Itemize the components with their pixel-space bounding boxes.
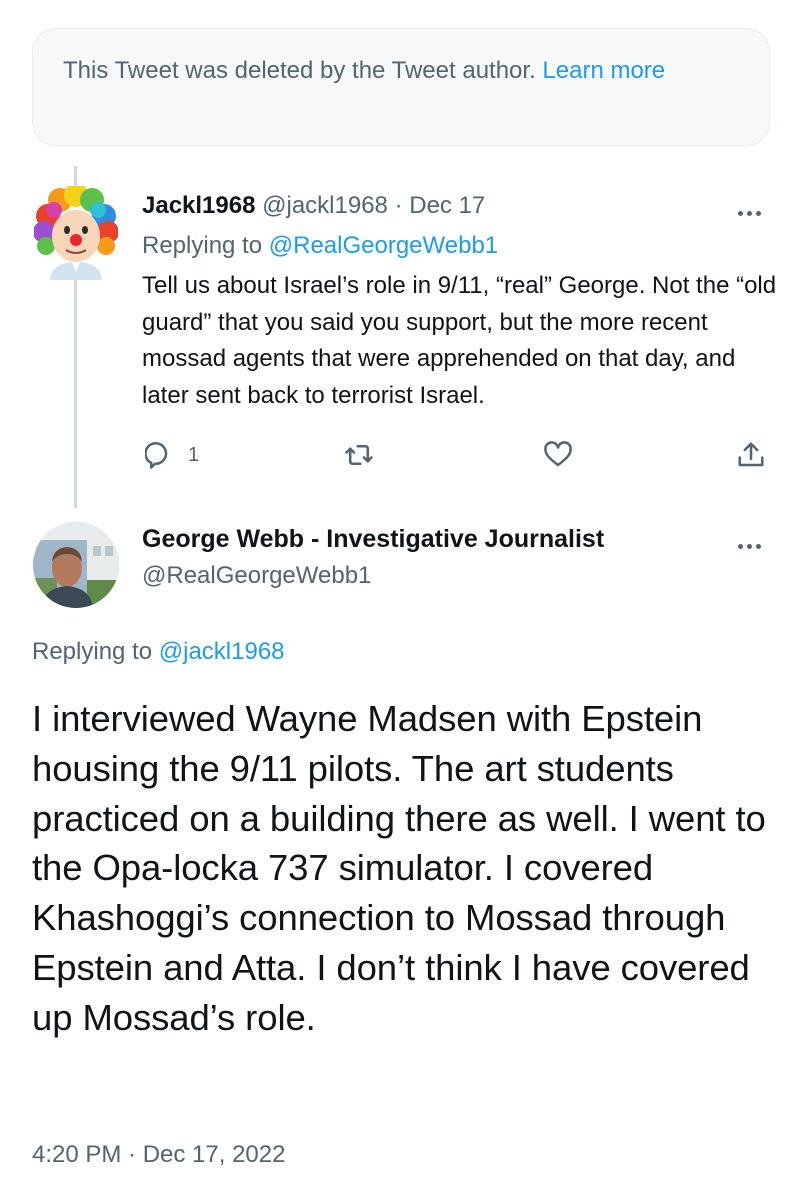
heart-icon xyxy=(544,441,572,467)
clown-avatar-icon[interactable] xyxy=(33,183,119,280)
author-avatar[interactable] xyxy=(33,522,119,608)
main-author-handle[interactable]: @RealGeorgeWebb1 xyxy=(142,560,371,592)
main-tweet-text: I interviewed Wayne Madsen with Epstein … xyxy=(32,698,766,1038)
main-replying-to-prefix: Replying to xyxy=(32,638,153,665)
comment-icon xyxy=(145,442,168,469)
reply-tweet-header: Jackl1968 @jackl1968 · Dec 17 xyxy=(142,190,485,222)
reply-more-options-icon[interactable] xyxy=(738,203,770,216)
learn-more-link[interactable]: Learn more xyxy=(542,57,665,84)
reply-button[interactable]: 1 xyxy=(145,440,199,470)
like-button[interactable] xyxy=(543,440,573,470)
reply-replying-to: Replying to @RealGeorgeWebb1 xyxy=(142,230,498,262)
reply-count: 1 xyxy=(188,443,200,466)
deleted-notice-text: This Tweet was deleted by the Tweet auth… xyxy=(63,57,536,84)
replying-to-prefix: Replying to xyxy=(142,232,263,259)
main-replying-to-handle[interactable]: @jackl1968 xyxy=(159,638,285,665)
share-button[interactable] xyxy=(736,440,766,470)
main-tweet-timestamp[interactable]: 4:20 PM · Dec 17, 2022 xyxy=(32,1138,285,1172)
reply-separator: · xyxy=(394,192,403,219)
share-icon xyxy=(738,442,764,467)
reply-action-bar: 1 xyxy=(0,438,801,478)
retweet-button[interactable] xyxy=(344,440,374,470)
main-more-options-icon[interactable] xyxy=(738,536,770,549)
reply-author-name[interactable]: Jackl1968 xyxy=(142,192,255,219)
main-author-name[interactable]: George Webb - Investigative Journalist xyxy=(142,522,604,556)
main-replying-to: Replying to @jackl1968 xyxy=(32,636,285,668)
replying-to-handle[interactable]: @RealGeorgeWebb1 xyxy=(269,232,498,259)
reply-date[interactable]: Dec 17 xyxy=(409,192,485,219)
reply-author-handle[interactable]: @jackl1968 xyxy=(262,192,388,219)
deleted-tweet-notice: This Tweet was deleted by the Tweet auth… xyxy=(32,28,770,146)
reply-tweet-text: Tell us about Israel’s role in 9/11, “re… xyxy=(142,272,777,409)
thread-connector-top xyxy=(74,166,77,186)
retweet-icon xyxy=(345,445,373,465)
